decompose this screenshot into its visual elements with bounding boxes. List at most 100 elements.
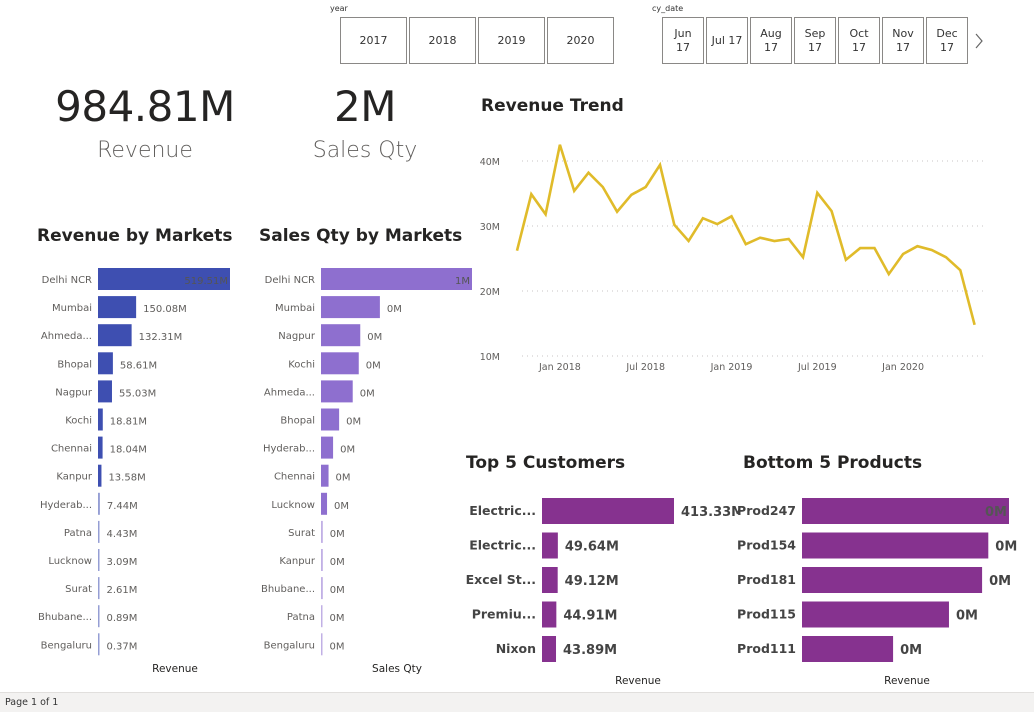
data-point[interactable] xyxy=(713,220,721,228)
date-option[interactable]: Dec 17 xyxy=(926,17,968,64)
data-point[interactable] xyxy=(942,253,950,261)
date-option[interactable]: Aug 17 xyxy=(750,17,792,64)
bar[interactable] xyxy=(542,567,558,593)
category-label: Bhopal xyxy=(280,416,315,427)
date-option[interactable]: Nov 17 xyxy=(882,17,924,64)
bar[interactable] xyxy=(321,296,380,319)
data-label: 43.89M xyxy=(563,643,617,658)
date-option[interactable]: Sep 17 xyxy=(794,17,836,64)
data-point[interactable] xyxy=(728,212,736,220)
bar[interactable] xyxy=(321,436,334,459)
cy-date-slicer-label: cy_date xyxy=(652,4,684,13)
bar[interactable] xyxy=(321,633,323,656)
bar[interactable] xyxy=(321,324,361,347)
bar[interactable] xyxy=(321,520,323,543)
data-point[interactable] xyxy=(756,234,764,242)
bar[interactable] xyxy=(321,605,323,628)
bar[interactable] xyxy=(542,498,674,524)
data-point[interactable] xyxy=(785,235,793,243)
bar[interactable] xyxy=(98,605,100,628)
category-label: Nixon xyxy=(496,641,536,656)
data-point[interactable] xyxy=(527,190,535,198)
chevron-right-icon[interactable] xyxy=(971,31,987,51)
bar[interactable] xyxy=(98,324,132,347)
data-point[interactable] xyxy=(899,250,907,258)
data-point[interactable] xyxy=(570,187,578,195)
bar[interactable] xyxy=(542,532,558,559)
bar[interactable] xyxy=(321,492,328,515)
bar[interactable] xyxy=(321,408,340,431)
category-label: Lucknow xyxy=(271,500,315,511)
data-point[interactable] xyxy=(699,214,707,222)
bar[interactable] xyxy=(321,464,329,487)
bar[interactable] xyxy=(98,492,100,515)
data-label: 0M xyxy=(346,417,361,428)
data-point[interactable] xyxy=(956,266,964,274)
data-label: 0M xyxy=(340,445,355,456)
data-label: 0M xyxy=(330,585,345,596)
bar[interactable] xyxy=(98,549,100,571)
year-option-2020[interactable]: 2020 xyxy=(547,17,614,64)
data-point[interactable] xyxy=(585,169,593,177)
data-point[interactable] xyxy=(885,270,893,278)
data-point[interactable] xyxy=(813,189,821,197)
data-point[interactable] xyxy=(799,253,807,261)
bar[interactable] xyxy=(802,498,1009,524)
data-point[interactable] xyxy=(599,183,607,191)
bar[interactable] xyxy=(98,408,103,431)
top5-customers-x-axis-title: Revenue xyxy=(615,675,661,687)
data-point[interactable] xyxy=(656,161,664,169)
year-option-2018[interactable]: 2018 xyxy=(409,17,476,64)
data-point[interactable] xyxy=(513,247,521,255)
category-label: Chennai xyxy=(51,444,92,455)
data-point[interactable] xyxy=(613,208,621,216)
bar[interactable] xyxy=(802,636,894,662)
data-label: 0M xyxy=(330,529,345,540)
category-label: Electric... xyxy=(469,538,536,553)
data-label: 0M xyxy=(995,540,1017,555)
data-point[interactable] xyxy=(856,244,864,252)
date-option[interactable]: Oct 17 xyxy=(838,17,880,64)
data-point[interactable] xyxy=(928,246,936,254)
data-label: 150.08M xyxy=(143,304,187,315)
bar[interactable] xyxy=(98,352,113,375)
bar[interactable] xyxy=(98,577,100,600)
data-point[interactable] xyxy=(913,242,921,250)
data-point[interactable] xyxy=(542,210,550,218)
bar[interactable] xyxy=(802,532,989,559)
category-label: Bhubane... xyxy=(38,612,92,623)
bar[interactable] xyxy=(98,464,102,487)
data-label: 55.03M xyxy=(119,388,156,399)
date-option[interactable]: Jun 17 xyxy=(662,17,704,64)
bar[interactable] xyxy=(802,567,983,593)
bar[interactable] xyxy=(98,436,103,459)
data-point[interactable] xyxy=(828,207,836,215)
bar[interactable] xyxy=(321,549,323,571)
category-label: Prod247 xyxy=(737,503,796,518)
data-label: 49.64M xyxy=(565,540,619,555)
year-option-2019[interactable]: 2019 xyxy=(478,17,545,64)
data-point[interactable] xyxy=(627,191,635,199)
bar[interactable] xyxy=(542,601,557,628)
data-point[interactable] xyxy=(642,183,650,191)
data-point[interactable] xyxy=(742,240,750,248)
bar[interactable] xyxy=(802,601,949,628)
data-point[interactable] xyxy=(871,244,879,252)
bar[interactable] xyxy=(542,636,557,662)
bar[interactable] xyxy=(98,380,112,403)
bar[interactable] xyxy=(321,352,359,375)
data-point[interactable] xyxy=(685,237,693,245)
date-option[interactable]: Jul 17 xyxy=(706,17,748,64)
data-point[interactable] xyxy=(770,237,778,245)
bar[interactable] xyxy=(321,380,353,403)
year-option-2017[interactable]: 2017 xyxy=(340,17,407,64)
bar[interactable] xyxy=(321,577,323,600)
data-point[interactable] xyxy=(556,141,564,149)
data-point[interactable] xyxy=(670,221,678,229)
bar[interactable] xyxy=(98,633,100,656)
bar[interactable] xyxy=(98,520,100,543)
data-point[interactable] xyxy=(971,321,979,329)
bar[interactable] xyxy=(98,296,137,319)
data-point[interactable] xyxy=(842,256,850,264)
bar[interactable] xyxy=(321,268,472,290)
